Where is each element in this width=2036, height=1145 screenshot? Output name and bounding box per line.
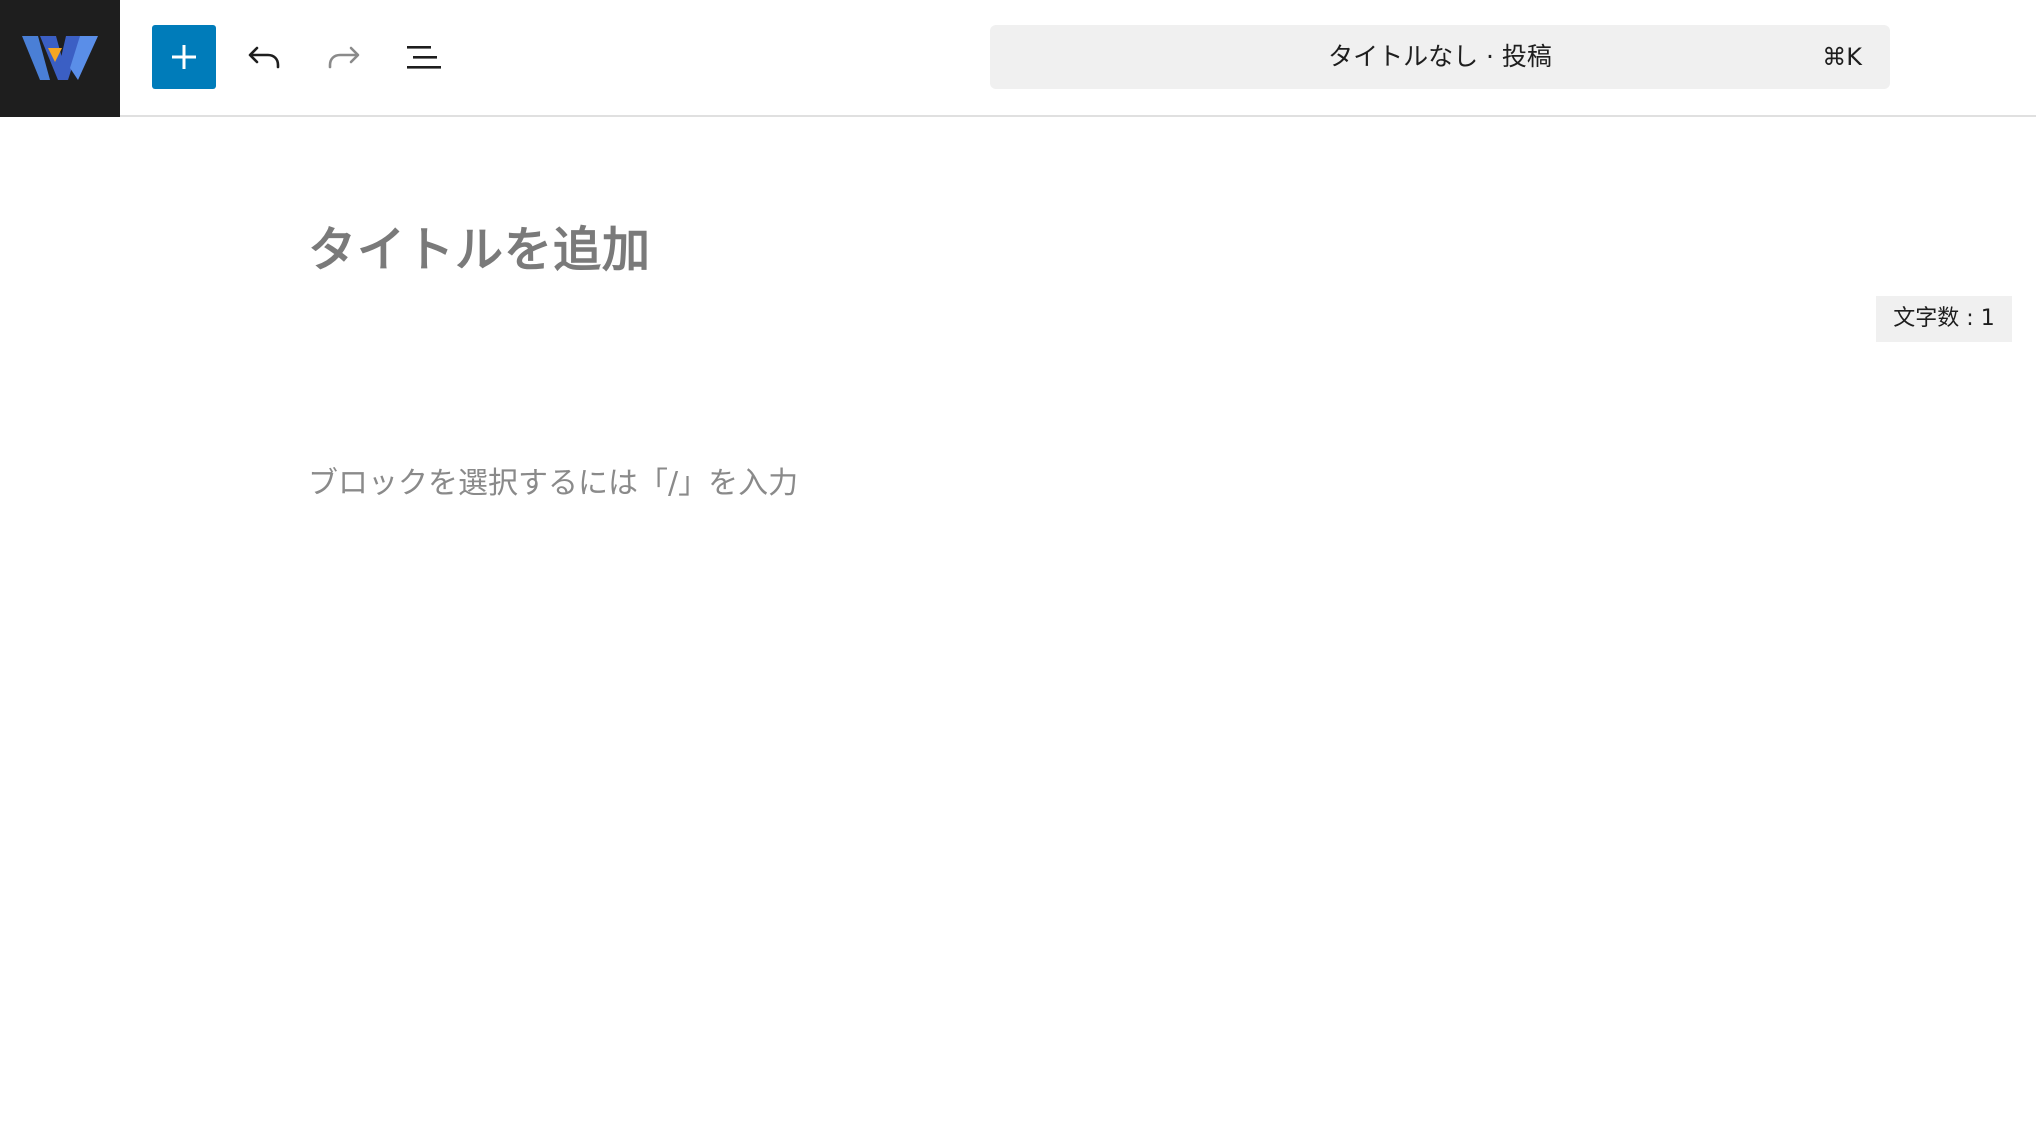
word-count-badge: 文字数 : 1 xyxy=(1876,296,2012,342)
redo-icon xyxy=(328,46,360,69)
undo-button[interactable] xyxy=(232,25,296,89)
block-appender-placeholder[interactable]: ブロックを選択するには「/」を入力 xyxy=(308,458,798,502)
list-view-button[interactable] xyxy=(392,25,456,89)
document-title: タイトルなし · 投稿 xyxy=(1328,42,1552,71)
plus-icon xyxy=(172,45,196,69)
redo-button[interactable] xyxy=(312,25,376,89)
add-block-button[interactable] xyxy=(152,25,216,89)
editor-header: タイトルなし · 投稿 ⌘K xyxy=(0,0,2036,117)
logo-icon xyxy=(22,36,98,80)
post-title-input[interactable]: タイトルを追加 xyxy=(308,210,651,280)
list-view-icon xyxy=(407,46,441,69)
site-logo-button[interactable] xyxy=(0,0,120,117)
command-palette-button[interactable]: タイトルなし · 投稿 ⌘K xyxy=(990,25,1890,89)
undo-icon xyxy=(248,46,280,69)
keyboard-shortcut-hint: ⌘K xyxy=(1822,43,1862,71)
